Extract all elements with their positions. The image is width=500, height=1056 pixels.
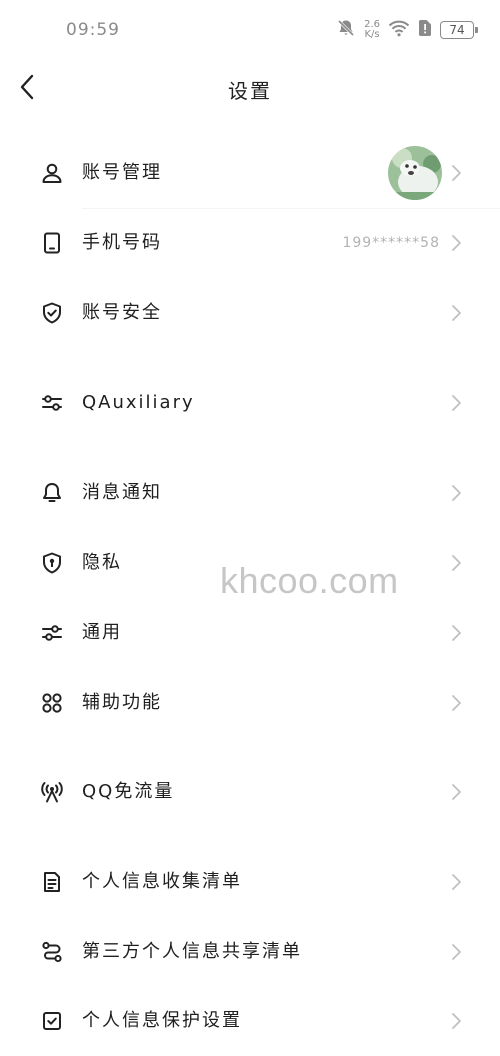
header: 设置 [0,60,500,116]
chevron-right-icon [450,304,462,322]
page-title: 设置 [228,79,272,103]
settings-item-collection-list[interactable]: 个人信息收集清单 [0,847,500,917]
chevron-right-icon [450,394,462,412]
chevron-right-icon [450,484,462,502]
settings-item-security[interactable]: 账号安全 [0,278,500,348]
settings-item-label: QQ免流量 [82,781,175,802]
settings-item-label: 个人信息收集清单 [82,871,242,892]
settings-item-label: 账号管理 [82,162,162,183]
status-time: 09:59 [66,20,120,40]
settings-item-accessibility[interactable]: 辅助功能 [0,668,500,738]
wifi-icon [388,19,410,41]
settings-item-protection[interactable]: 个人信息保护设置 [0,986,500,1056]
settings-item-free-data[interactable]: QQ免流量 [0,757,500,827]
sim-alert-icon [418,19,432,41]
chevron-right-icon [450,234,462,252]
settings-item-notifications[interactable]: 消息通知 [0,458,500,528]
chevron-right-icon [450,873,462,891]
status-bar: 09:59 2.6 K/s 74 [0,0,500,60]
settings-item-label: 手机号码 [82,232,162,253]
status-icons: 2.6 K/s 74 [336,18,478,42]
settings-item-label: 第三方个人信息共享清单 [82,941,302,962]
phone-number-value: 199******58 [342,235,440,251]
settings-item-general[interactable]: 通用 [0,598,500,668]
avatar [388,146,442,200]
settings-item-label: 隐私 [82,552,122,573]
sliders-icon [40,621,64,645]
chevron-right-icon [450,164,462,182]
signal-tower-icon [40,780,64,804]
settings-item-account[interactable]: 账号管理 [0,138,500,208]
settings-item-phone[interactable]: 手机号码 199******58 [0,208,500,278]
document-icon [40,870,64,894]
person-icon [40,161,64,185]
net-speed: 2.6 K/s [364,20,380,40]
settings-item-label: 辅助功能 [82,692,162,713]
net-speed-unit: K/s [364,29,380,40]
chevron-right-icon [450,694,462,712]
settings-item-label: 消息通知 [82,482,162,503]
watermark: khcoo.com [220,560,399,601]
settings-item-label: 账号安全 [82,302,162,323]
battery-icon: 74 [440,21,478,39]
settings-item-label: QAuxiliary [82,392,195,413]
settings-item-label: 通用 [82,622,122,643]
shield-check-icon [40,301,64,325]
sliders-icon [40,391,64,415]
chevron-right-icon [450,1012,462,1030]
checkbox-icon [40,1009,64,1033]
settings-item-third-party-list[interactable]: 第三方个人信息共享清单 [0,917,500,987]
chevron-right-icon [450,943,462,961]
settings-item-qauxiliary[interactable]: QAuxiliary [0,368,500,438]
bell-icon [40,481,64,505]
chevron-right-icon [450,554,462,572]
chevron-right-icon [450,624,462,642]
bell-off-icon [336,18,356,42]
settings-item-label: 个人信息保护设置 [82,1010,242,1031]
grid-icon [40,691,64,715]
privacy-shield-icon [40,551,64,575]
share-route-icon [40,940,64,964]
phone-icon [40,231,64,255]
chevron-right-icon [450,783,462,801]
